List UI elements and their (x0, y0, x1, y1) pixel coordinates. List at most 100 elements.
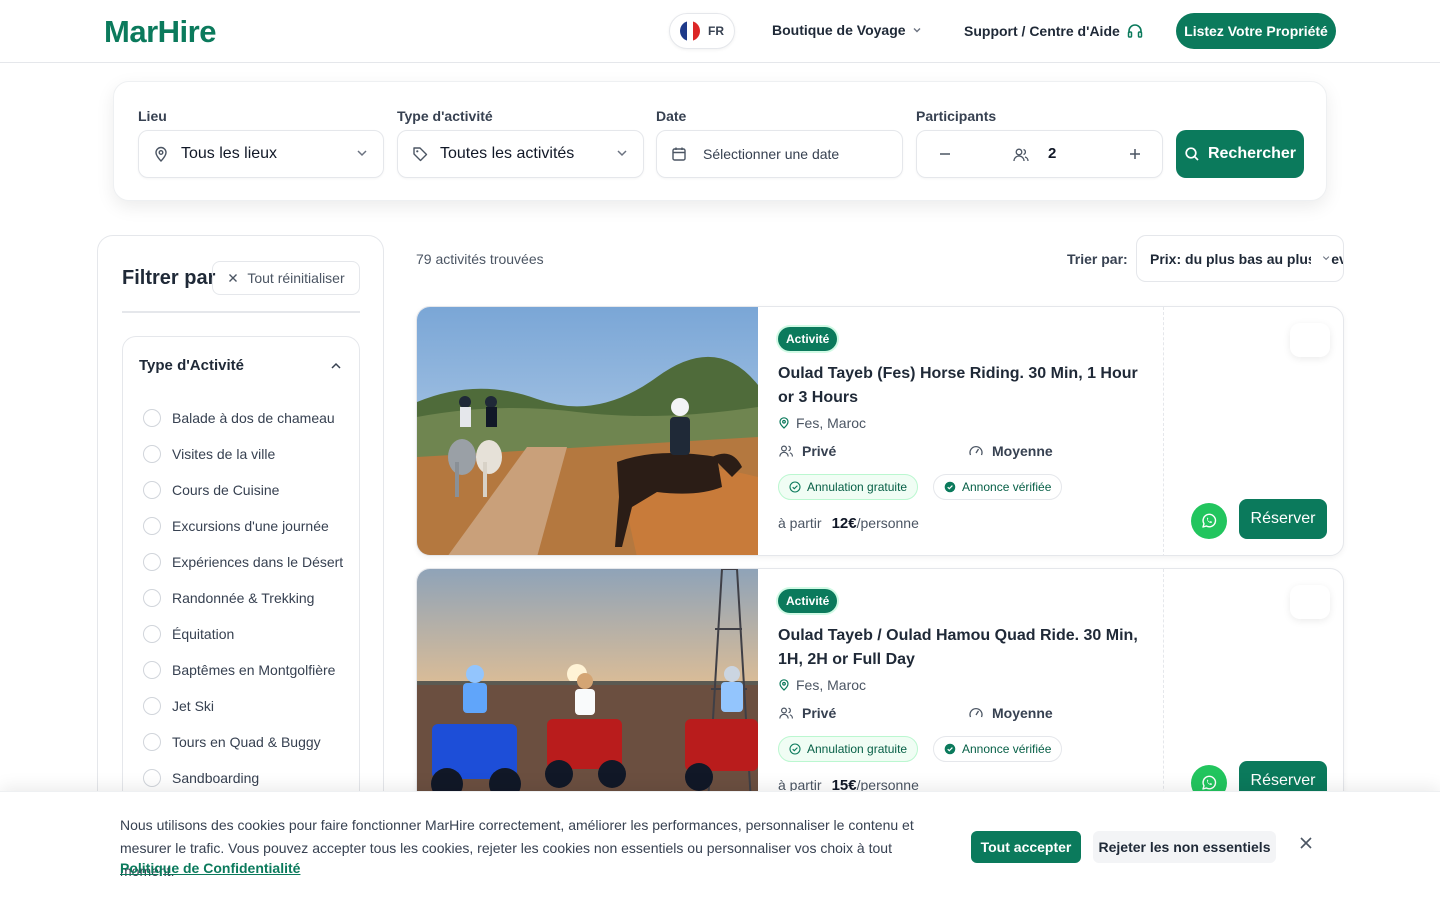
activity-photo[interactable] (417, 307, 758, 555)
whatsapp-icon (1202, 513, 1217, 528)
filter-option[interactable]: Baptêmes en Montgolfière (143, 652, 343, 688)
reset-all-button[interactable]: Tout réinitialiser (212, 261, 360, 295)
chip-text: Annulation gratuite (807, 480, 908, 494)
favorite-button[interactable] (1290, 585, 1330, 619)
activity-card[interactable]: Activité Oulad Tayeb (Fes) Horse Riding.… (416, 306, 1344, 556)
nav-support[interactable]: Support / Centre d'Aide (964, 22, 1144, 40)
radio-button[interactable] (143, 661, 161, 679)
plus-button[interactable] (1127, 144, 1143, 169)
accept-all-button[interactable]: Tout accepter (971, 831, 1081, 863)
activity-type-options: Balade à dos de chameau Visites de la vi… (143, 400, 343, 796)
filter-option[interactable]: Expériences dans le Désert (143, 544, 343, 580)
minus-button[interactable] (937, 144, 953, 169)
filter-option[interactable]: Balade à dos de chameau (143, 400, 343, 436)
filter-title: Filtrer par (122, 267, 216, 289)
gauge-icon (969, 707, 983, 718)
sort-select[interactable]: Prix: du plus bas au plus élevé (1136, 235, 1344, 282)
price-prefix: à partir (778, 515, 822, 531)
location-label: Lieu (138, 108, 167, 124)
date-picker[interactable]: Sélectionner une date (656, 130, 903, 178)
filter-option[interactable]: Randonnée & Trekking (143, 580, 343, 616)
privacy-info: Privé (778, 443, 836, 459)
difficulty-info: Moyenne (968, 443, 1053, 459)
chip-text: Annulation gratuite (807, 742, 908, 756)
users-icon (779, 445, 793, 457)
activity-card[interactable]: Activité Oulad Tayeb / Oulad Hamou Quad … (416, 568, 1344, 818)
results-count: 79 activités trouvées (416, 251, 544, 267)
activity-title[interactable]: Oulad Tayeb (Fes) Horse Riding. 30 Min, … (778, 362, 1153, 410)
filter-option[interactable]: Excursions d'une journée (143, 508, 343, 544)
chevron-down-icon (913, 28, 921, 33)
activity-type-select[interactable]: Toutes les activités (397, 130, 644, 178)
radio-button[interactable] (143, 733, 161, 751)
free-cancellation-chip: Annulation gratuite (778, 736, 919, 762)
filter-option-label: Tours en Quad & Buggy (172, 734, 321, 750)
radio-button[interactable] (143, 553, 161, 571)
privacy-text: Privé (802, 705, 837, 721)
location-select[interactable]: Tous les lieux (138, 130, 384, 178)
radio-button[interactable] (143, 445, 161, 463)
reset-all-label: Tout réinitialiser (247, 270, 345, 286)
search-button[interactable]: Rechercher (1176, 130, 1304, 178)
activity-title[interactable]: Oulad Tayeb / Oulad Hamou Quad Ride. 30 … (778, 624, 1153, 672)
privacy-policy-link[interactable]: Politique de Confidentialité (120, 860, 300, 876)
language-switcher[interactable]: FR (669, 13, 735, 49)
reserve-button[interactable]: Réserver (1239, 499, 1327, 539)
radio-button[interactable] (143, 697, 161, 715)
chevron-down-icon (357, 150, 367, 157)
close-icon[interactable] (1295, 832, 1317, 854)
favorite-button[interactable] (1290, 323, 1330, 357)
filter-option-label: Randonnée & Trekking (172, 590, 315, 606)
filter-option[interactable]: Cours de Cuisine (143, 472, 343, 508)
radio-button[interactable] (143, 517, 161, 535)
filter-option-label: Cours de Cuisine (172, 482, 280, 498)
tag-icon (412, 146, 428, 162)
divider (122, 311, 360, 313)
radio-button[interactable] (143, 481, 161, 499)
chevron-up-icon[interactable] (329, 359, 343, 373)
chevron-down-icon (1311, 251, 1331, 265)
privacy-info: Privé (778, 705, 836, 721)
marhire-logo[interactable]: MarHire (104, 14, 216, 50)
map-pin-icon (153, 146, 169, 162)
language-code: FR (708, 24, 724, 38)
difficulty-info: Moyenne (968, 705, 1053, 721)
reject-nonessential-button[interactable]: Rejeter les non essentiels (1093, 831, 1276, 863)
verified-badge-icon (944, 481, 956, 493)
map-pin-icon (779, 679, 789, 691)
participants-label: Participants (916, 108, 997, 124)
cookie-banner: Nous utilisons des cookies pour faire fo… (0, 791, 1440, 900)
whatsapp-button[interactable] (1191, 503, 1227, 539)
participants-stepper: 2 (916, 130, 1163, 178)
participants-count: 2 (1048, 145, 1057, 162)
site-header: MarHire FR Boutique de Voyage Support / … (0, 0, 1440, 63)
radio-button[interactable] (143, 769, 161, 787)
users-icon (779, 707, 793, 719)
calendar-icon (671, 146, 687, 162)
radio-button[interactable] (143, 409, 161, 427)
privacy-text: Privé (802, 443, 837, 459)
activity-location: Fes, Maroc (778, 415, 866, 431)
map-pin-icon (779, 417, 789, 429)
logo-text: MarHire (104, 14, 216, 49)
filter-option[interactable]: Jet Ski (143, 688, 343, 724)
filter-option[interactable]: Visites de la ville (143, 436, 343, 472)
activity-card-body: Activité Oulad Tayeb / Oulad Hamou Quad … (778, 569, 1163, 817)
filter-option-label: Excursions d'une journée (172, 518, 329, 534)
activity-type-filter-title[interactable]: Type d'Activité (139, 357, 244, 374)
radio-button[interactable] (143, 625, 161, 643)
location-text: Fes, Maroc (796, 677, 867, 693)
activity-photo[interactable] (417, 569, 758, 817)
location-value: Tous les lieux (181, 145, 278, 162)
list-property-button[interactable]: Listez Votre Propriété (1176, 13, 1336, 49)
radio-button[interactable] (143, 589, 161, 607)
divider (1163, 307, 1164, 555)
nav-travel-shop[interactable]: Boutique de Voyage (772, 22, 922, 38)
activity-type-value: Toutes les activités (440, 145, 575, 162)
filter-option-label: Jet Ski (172, 698, 215, 714)
chip-text: Annonce vérifiée (962, 742, 1052, 756)
filter-option[interactable]: Équitation (143, 616, 343, 652)
activity-badge: Activité (778, 327, 838, 351)
headset-icon (1127, 24, 1143, 38)
filter-option[interactable]: Tours en Quad & Buggy (143, 724, 343, 760)
